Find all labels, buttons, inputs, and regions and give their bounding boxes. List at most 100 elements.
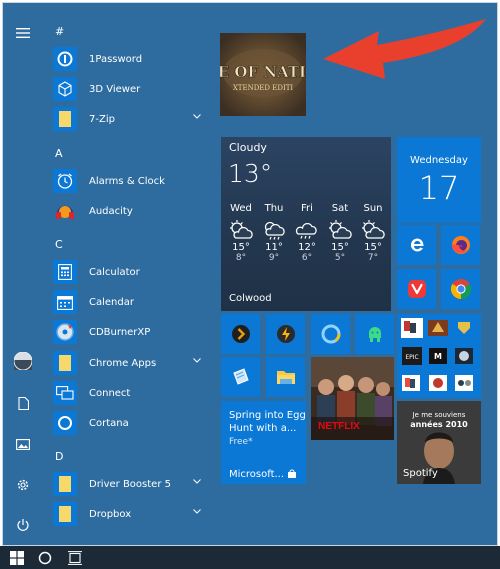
forecast-day: Sat 15° 5°	[324, 203, 356, 263]
weather-tile[interactable]: Cloudy 13° Wed 15° 8° Thu 11° 9° Fri 12°…	[221, 137, 391, 311]
spotify-tile[interactable]: Je me souviens années 2010 Spotify	[397, 401, 481, 484]
winamp-tile[interactable]	[266, 314, 305, 354]
app-label: Calendar	[89, 296, 134, 308]
app-label: Connect	[89, 387, 131, 399]
cortana-search-button[interactable]	[30, 546, 60, 569]
partly-cloudy-icon	[329, 220, 352, 239]
edge-tile[interactable]	[397, 225, 436, 265]
forecast-day: Thu 11° 9°	[258, 203, 290, 263]
app-label: Chrome Apps	[89, 357, 157, 369]
spotify-caption-2: années 2010	[410, 420, 468, 429]
group-header-a[interactable]: A	[55, 147, 63, 160]
user-avatar-button[interactable]	[3, 341, 43, 381]
list-item-dropbox[interactable]: Dropbox	[53, 500, 209, 528]
lightning-icon	[276, 325, 295, 343]
chevron-down-icon	[193, 358, 201, 363]
notepad-tile[interactable]	[221, 357, 260, 397]
rain-cloud-icon	[264, 221, 285, 240]
task-view-button[interactable]	[60, 546, 90, 569]
list-item-calendar[interactable]: Calendar	[53, 288, 209, 316]
calendar-date: 17	[418, 169, 460, 207]
vivaldi-tile[interactable]	[397, 269, 436, 309]
games-folder-icons: EPIC M	[401, 318, 474, 391]
folder-icon	[53, 502, 77, 526]
svg-text:M: M	[434, 352, 442, 361]
firefox-icon	[451, 236, 470, 254]
list-item-connect[interactable]: Connect	[53, 379, 209, 407]
folder-icon	[53, 472, 77, 496]
weather-location: Colwood	[229, 293, 272, 304]
plex-icon	[231, 325, 250, 343]
list-item-cdburnerxp[interactable]: CDBurnerXP	[53, 318, 209, 346]
windows-logo-icon	[10, 550, 24, 565]
game-tile[interactable]: SE OF NATIO XTENDED EDITI	[220, 33, 306, 116]
settings-button[interactable]	[3, 465, 43, 505]
headphones-icon	[53, 199, 77, 223]
app-label: Alarms & Clock	[89, 175, 165, 187]
app-label: 3D Viewer	[89, 83, 141, 95]
group-header-c[interactable]: C	[55, 238, 63, 251]
documents-button[interactable]	[3, 383, 43, 423]
start-button[interactable]	[2, 546, 32, 569]
connect-icon	[53, 381, 77, 405]
file-explorer-tile[interactable]	[266, 357, 305, 397]
app-label: Audacity	[89, 205, 133, 217]
chevron-down-icon	[193, 509, 201, 514]
list-item-alarms-clock[interactable]: Alarms & Clock	[53, 167, 209, 195]
spotify-caption-1: Je me souviens	[412, 411, 466, 419]
chevron-down-icon	[193, 479, 201, 484]
hamburger-button[interactable]	[3, 13, 43, 53]
folder-open-icon	[276, 371, 295, 384]
partly-cloudy-icon	[230, 220, 253, 239]
power-icon	[17, 519, 29, 531]
start-rail	[3, 3, 43, 545]
group-header-hash[interactable]: #	[55, 25, 64, 38]
list-item-cortana[interactable]: Cortana	[53, 409, 209, 437]
forecast-day: Wed 15° 8°	[225, 203, 257, 263]
list-item-chrome-apps[interactable]: Chrome Apps	[53, 349, 209, 377]
svg-text:EPIC: EPIC	[405, 354, 418, 361]
plex-tile[interactable]	[221, 314, 260, 354]
folder-icon	[53, 107, 77, 131]
app-label: CDBurnerXP	[89, 326, 151, 338]
start-menu: # 1Password 3D Viewer 7-Zip A Alarms & C…	[2, 2, 498, 546]
chevron-down-icon	[193, 114, 201, 119]
group-header-d[interactable]: D	[55, 450, 63, 463]
weather-condition: Cloudy	[229, 141, 267, 154]
app-label: Cortana	[89, 417, 129, 429]
list-item-calculator[interactable]: Calculator	[53, 258, 209, 286]
netflix-photo: NETFLIX	[311, 357, 394, 440]
ring-app-tile[interactable]	[311, 314, 350, 354]
pictures-button[interactable]	[3, 424, 43, 464]
chrome-tile[interactable]	[441, 269, 480, 309]
games-folder-tile[interactable]: EPIC M	[397, 314, 481, 398]
svg-text:SE OF NATIO: SE OF NATIO	[220, 63, 306, 81]
store-promo-tile[interactable]: Spring into Egg Hunt with a... Free* Mic…	[221, 401, 306, 484]
app-label: Dropbox	[89, 508, 132, 520]
calendar-tile[interactable]: Wednesday 17	[397, 137, 481, 223]
gear-icon	[17, 479, 29, 491]
app-label: 7-Zip	[89, 113, 115, 125]
calendar-weekday: Wednesday	[410, 155, 468, 166]
chrome-icon	[450, 279, 471, 300]
store-bag-icon	[288, 469, 296, 478]
pictures-icon	[16, 438, 30, 450]
app-label: Calculator	[89, 266, 140, 278]
netflix-tile[interactable]: NETFLIX	[311, 357, 394, 440]
list-item-3d-viewer[interactable]: 3D Viewer	[53, 75, 209, 103]
list-item-1password[interactable]: 1Password	[53, 45, 209, 73]
game-logo-art: SE OF NATIO XTENDED EDITI	[220, 33, 306, 116]
ring-icon	[321, 324, 340, 344]
list-item-7zip[interactable]: 7-Zip	[53, 105, 209, 133]
spotify-label: Spotify	[403, 468, 438, 479]
weather-temperature: 13°	[228, 159, 273, 188]
app-list: # 1Password 3D Viewer 7-Zip A Alarms & C…	[51, 3, 211, 545]
list-item-driver-booster[interactable]: Driver Booster 5	[53, 470, 209, 498]
red-arrow-annotation	[323, 19, 486, 79]
1password-icon	[53, 47, 77, 71]
power-button[interactable]	[3, 505, 43, 545]
firefox-tile[interactable]	[441, 225, 480, 265]
notepad-icon	[232, 368, 249, 385]
android-app-tile[interactable]	[355, 314, 394, 354]
list-item-audacity[interactable]: Audacity	[53, 197, 209, 225]
